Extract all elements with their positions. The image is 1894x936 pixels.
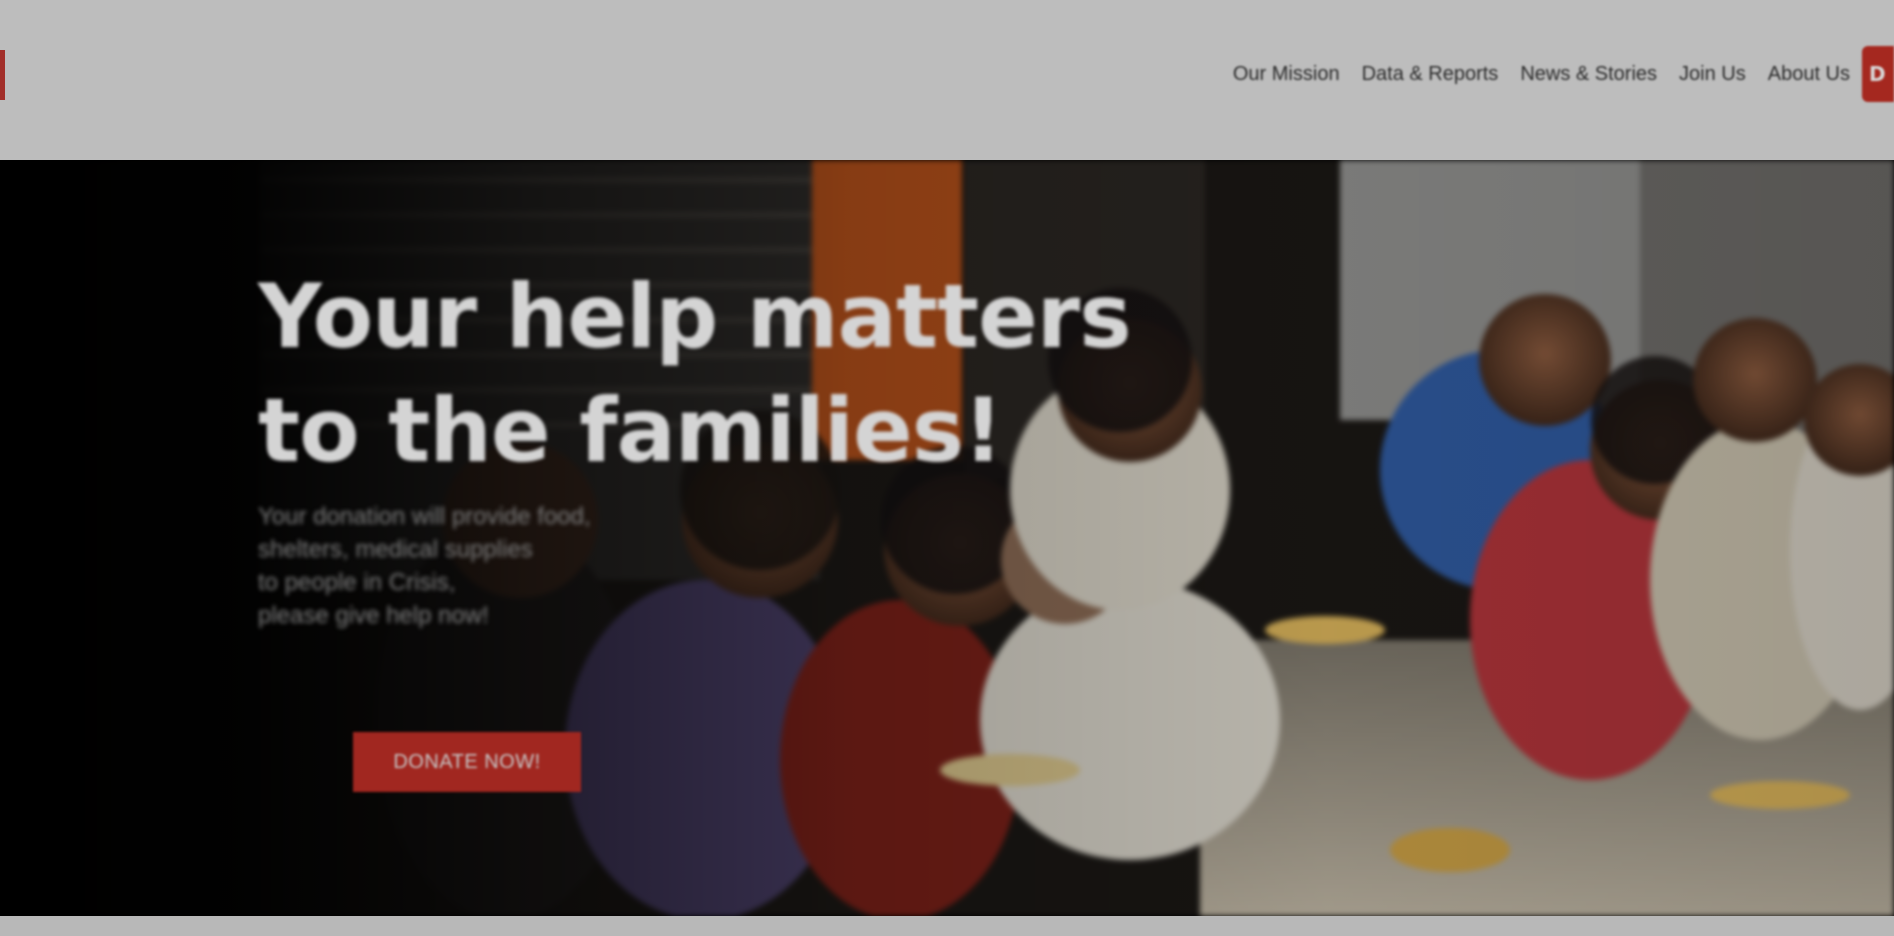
hero-title-line-2: to the families! xyxy=(258,379,1003,482)
hero-subtitle-line-3: to people in Crisis, xyxy=(258,569,456,596)
hero-banner: Your help matters to the families! Your … xyxy=(0,160,1894,916)
nav-about-us[interactable]: About Us xyxy=(1768,63,1850,86)
hero-subtitle-line-4: please give help now! xyxy=(258,602,489,629)
page-bottom-strip xyxy=(0,916,1894,936)
hero-subtitle-line-2: shelters, medical supplies xyxy=(258,536,533,563)
site-header: Our Mission Data & Reports News & Storie… xyxy=(0,0,1894,160)
header-donate-button[interactable]: D xyxy=(1862,46,1894,102)
donate-now-button[interactable]: DONATE NOW! xyxy=(353,732,581,792)
nav-our-mission[interactable]: Our Mission xyxy=(1233,63,1340,86)
hero-subtitle-line-1: Your donation will provide food, xyxy=(258,503,591,530)
main-nav: Our Mission Data & Reports News & Storie… xyxy=(1233,46,1894,102)
hero-title-line-1: Your help matters xyxy=(258,265,1132,368)
nav-news-stories[interactable]: News & Stories xyxy=(1520,63,1657,86)
nav-join-us[interactable]: Join Us xyxy=(1679,63,1746,86)
hero-title: Your help matters to the families! xyxy=(258,260,1132,488)
nav-data-reports[interactable]: Data & Reports xyxy=(1362,63,1499,86)
hero-subtitle: Your donation will provide food, shelter… xyxy=(258,500,591,632)
logo-edge[interactable] xyxy=(0,50,5,100)
